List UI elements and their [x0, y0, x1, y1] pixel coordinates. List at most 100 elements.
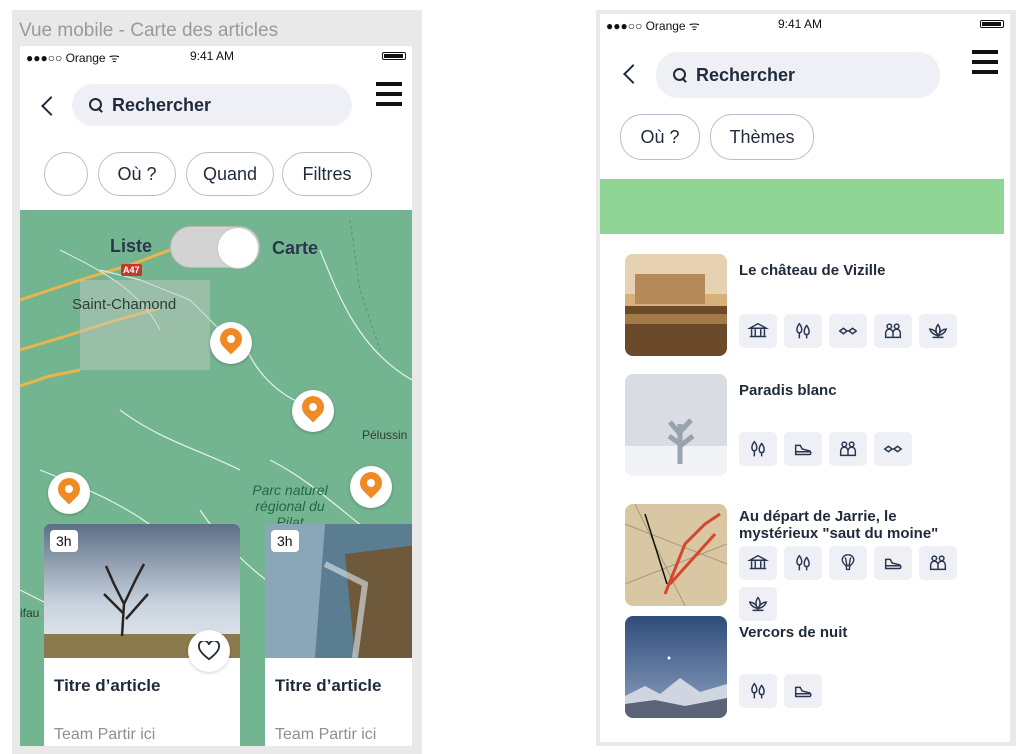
- trees-icon: [751, 440, 765, 457]
- shoe-icon: [794, 444, 812, 456]
- card-title: Titre d’article: [54, 676, 161, 695]
- clock: 9:41 AM: [190, 49, 235, 63]
- partial-label: ifau: [20, 606, 40, 620]
- tag-shoe: [784, 674, 822, 708]
- chip-themes[interactable]: Thèmes: [710, 114, 814, 160]
- lotus-icon: [748, 596, 768, 612]
- map-pin[interactable]: [292, 390, 334, 432]
- carrier-label: ●●●○○ Orange ᯤ: [26, 51, 120, 65]
- article-title: Vercors de nuit: [739, 624, 848, 641]
- city-label: Pélussin: [362, 428, 408, 442]
- article-list-item[interactable]: Paradis blanc: [625, 374, 995, 478]
- status-bar: ●●●○○ Orange ᯤ 9:41 AM: [20, 46, 412, 66]
- tag-shoe: [874, 546, 912, 580]
- toggle-label-list[interactable]: Liste: [110, 236, 152, 257]
- article-title: Le château de Vizille: [739, 262, 886, 279]
- duration-badge: 3h: [271, 530, 299, 552]
- article-title: Paradis blanc: [739, 382, 837, 399]
- battery-icon: [980, 20, 1004, 28]
- road-label: A47: [121, 264, 142, 276]
- tag-list: [739, 314, 969, 348]
- search-icon: [672, 67, 688, 83]
- map-pin[interactable]: [210, 322, 252, 364]
- tag-family: [919, 546, 957, 580]
- list-map-toggle[interactable]: [170, 226, 260, 269]
- search-placeholder: Rechercher: [696, 64, 796, 85]
- museum-icon: [747, 554, 769, 570]
- lotus-icon: [928, 323, 948, 339]
- family-icon: [839, 441, 857, 457]
- tag-family: [874, 314, 912, 348]
- article-thumbnail: [625, 504, 727, 606]
- glasses-icon: [838, 327, 858, 335]
- tag-trees: [784, 546, 822, 580]
- phone-screen-list: ●●●○○ Orange ᯤ 9:41 AM Rechercher Où ? T…: [600, 14, 1010, 742]
- balloon-icon: [841, 554, 855, 571]
- chip-filters[interactable]: Filtres: [282, 152, 372, 196]
- museum-icon: [747, 322, 769, 338]
- map-view-frame: Vue mobile - Carte des articles ●●●○○ Or…: [12, 10, 422, 754]
- back-button[interactable]: [620, 62, 640, 86]
- family-icon: [929, 555, 947, 571]
- trees-icon: [751, 682, 765, 699]
- tag-family: [829, 432, 867, 466]
- chip-where[interactable]: Où ?: [98, 152, 176, 196]
- carrier-label: ●●●○○ Orange ᯤ: [606, 19, 700, 33]
- list-view-frame: ●●●○○ Orange ᯤ 9:41 AM Rechercher Où ? T…: [596, 10, 1016, 746]
- tag-museum: [739, 314, 777, 348]
- green-banner: [600, 179, 1004, 234]
- map-pin[interactable]: [350, 466, 392, 508]
- tag-list: [739, 674, 969, 708]
- tag-glasses: [874, 432, 912, 466]
- park-label: Parc naturel régional du Pilat: [252, 482, 328, 530]
- tag-trees: [739, 674, 777, 708]
- search-bar[interactable]: Rechercher: [656, 52, 940, 98]
- family-icon: [884, 323, 902, 339]
- chip-empty[interactable]: [44, 152, 88, 196]
- city-label: Saint-Chamond: [72, 296, 177, 313]
- card-author: Team Partir ici: [54, 726, 156, 743]
- search-bar[interactable]: Rechercher: [72, 84, 352, 126]
- article-card[interactable]: 3h Titre d’article Team Partir ici: [265, 524, 412, 746]
- tag-balloon: [829, 546, 867, 580]
- hamburger-menu-icon[interactable]: [376, 82, 402, 108]
- clock: 9:41 AM: [778, 17, 823, 31]
- toggle-knob: [217, 227, 259, 269]
- article-card[interactable]: 3h Titre d’article Team Partir ici: [44, 524, 240, 746]
- tag-museum: [739, 546, 777, 580]
- tag-trees: [739, 432, 777, 466]
- toggle-label-map[interactable]: Carte: [272, 238, 318, 259]
- article-thumbnail: [625, 254, 727, 356]
- glasses-icon: [883, 445, 903, 453]
- tag-glasses: [829, 314, 867, 348]
- article-list-item[interactable]: Vercors de nuit: [625, 616, 995, 720]
- map-pin[interactable]: [48, 472, 90, 514]
- duration-badge: 3h: [50, 530, 78, 552]
- article-list-item[interactable]: Le château de Vizille: [625, 254, 995, 358]
- tag-list: [739, 546, 969, 621]
- search-icon: [88, 97, 104, 113]
- chip-where[interactable]: Où ?: [620, 114, 700, 160]
- card-title: Titre d’article: [275, 676, 382, 695]
- hamburger-menu-icon[interactable]: [972, 50, 998, 76]
- trees-icon: [796, 322, 810, 339]
- search-placeholder: Rechercher: [112, 94, 212, 115]
- article-thumbnail: [625, 374, 727, 476]
- article-list-item[interactable]: Au départ de Jarrie, le mystérieux "saut…: [625, 504, 995, 621]
- chip-when[interactable]: Quand: [186, 152, 274, 196]
- status-bar: ●●●○○ Orange ᯤ 9:41 AM: [600, 14, 1010, 34]
- frame-title: Vue mobile - Carte des articles: [19, 20, 279, 41]
- heart-icon: [198, 641, 220, 661]
- shoe-icon: [884, 558, 902, 570]
- tag-shoe: [784, 432, 822, 466]
- back-button[interactable]: [38, 94, 58, 118]
- article-title: Au départ de Jarrie, le mystérieux "saut…: [739, 508, 939, 542]
- trees-icon: [796, 554, 810, 571]
- tag-trees: [784, 314, 822, 348]
- shoe-icon: [794, 686, 812, 698]
- card-author: Team Partir ici: [275, 726, 377, 743]
- article-thumbnail: [625, 616, 727, 718]
- tag-list: [739, 432, 969, 466]
- favorite-button[interactable]: [188, 630, 230, 672]
- tag-lotus: [919, 314, 957, 348]
